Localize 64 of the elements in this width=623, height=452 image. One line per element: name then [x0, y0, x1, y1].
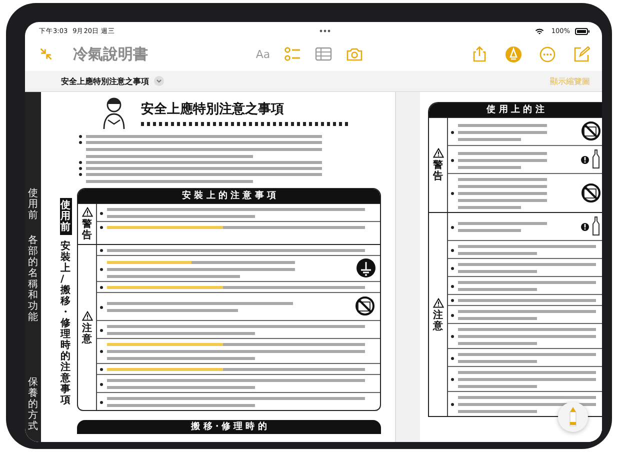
- bullet-icon: [451, 248, 454, 252]
- bullet-icon: [451, 314, 454, 316]
- bullet-icon: [451, 403, 454, 406]
- bullet-icon: [79, 167, 82, 170]
- bullet-icon: [451, 284, 454, 288]
- bullet-icon: [100, 226, 103, 229]
- camera-icon[interactable]: [346, 46, 364, 62]
- bullet-icon: [451, 356, 454, 360]
- bullet-icon: [79, 161, 82, 164]
- pencil-icon: [569, 406, 577, 428]
- bullet-icon: [100, 328, 103, 332]
- section-tab[interactable]: 安裝上/搬移・修理時的注意事項: [60, 239, 72, 408]
- compose-icon[interactable]: [573, 46, 590, 62]
- wifi-icon: [535, 28, 544, 34]
- bullet-icon: [451, 335, 454, 338]
- note-title: 冷氣說明書: [73, 44, 148, 64]
- bullet-icon: [79, 135, 82, 138]
- collapse-arrows-icon[interactable]: [39, 47, 53, 61]
- table-header: 安 裝 上 的 注 意 事 項: [78, 189, 380, 203]
- bullet-icon: [100, 382, 103, 386]
- chevron-down-icon[interactable]: [154, 76, 164, 86]
- table-header: 使 用 上 的 注: [429, 103, 602, 117]
- bullet-icon: [451, 192, 454, 195]
- bullet-icon: [100, 400, 103, 404]
- bullet-icon: [100, 350, 103, 353]
- bullet-icon: [79, 141, 82, 144]
- attachment-title: 安全上應特別注意之事項: [61, 76, 149, 86]
- checklist-icon[interactable]: [284, 46, 302, 62]
- warning-triangle-icon: [82, 207, 92, 217]
- group-label: 注意: [82, 322, 92, 344]
- battery-icon: [575, 28, 590, 34]
- warning-triangle-icon: [432, 298, 444, 308]
- bullet-icon: [451, 299, 454, 302]
- section-header: 搬 移・修 理 時 的: [77, 420, 381, 434]
- more-icon[interactable]: [539, 46, 556, 62]
- section-index-label: 保養的方式: [28, 377, 38, 432]
- document-heading: 安全上應特別注意之事項: [141, 100, 285, 118]
- bullet-icon: [451, 130, 454, 134]
- group-label: 警告: [433, 160, 443, 182]
- group-label: 注意: [433, 310, 443, 332]
- bullet-icon: [79, 173, 82, 176]
- section-index-label: 各部的名稱和功能: [28, 235, 38, 323]
- ground-symbol-icon: [356, 258, 376, 278]
- bullet-icon: [100, 268, 103, 270]
- markup-pen-icon[interactable]: [505, 46, 522, 62]
- bullet-icon: [100, 306, 103, 308]
- bullet-icon: [100, 249, 103, 252]
- bullet-icon: [100, 368, 103, 371]
- warning-triangle-icon: [82, 310, 92, 320]
- section-index-label: 使用前: [28, 188, 38, 221]
- bullet-icon: [451, 378, 454, 381]
- bullet-icon: [451, 158, 454, 162]
- group-label: 警告: [82, 219, 92, 241]
- multitask-dots-icon[interactable]: [319, 29, 332, 33]
- bullet-icon: [451, 226, 454, 228]
- section-tab[interactable]: 使用前: [60, 198, 72, 235]
- bullet-icon: [100, 286, 103, 289]
- bullet-icon: [451, 266, 454, 270]
- prohibited-symbol-icon: [354, 295, 376, 317]
- warning-triangle-icon: [432, 148, 444, 158]
- share-icon[interactable]: [471, 46, 488, 62]
- prohibited-symbol-icon: [580, 182, 602, 204]
- prohibited-symbol-icon: [580, 120, 602, 142]
- bullet-icon: [100, 212, 103, 214]
